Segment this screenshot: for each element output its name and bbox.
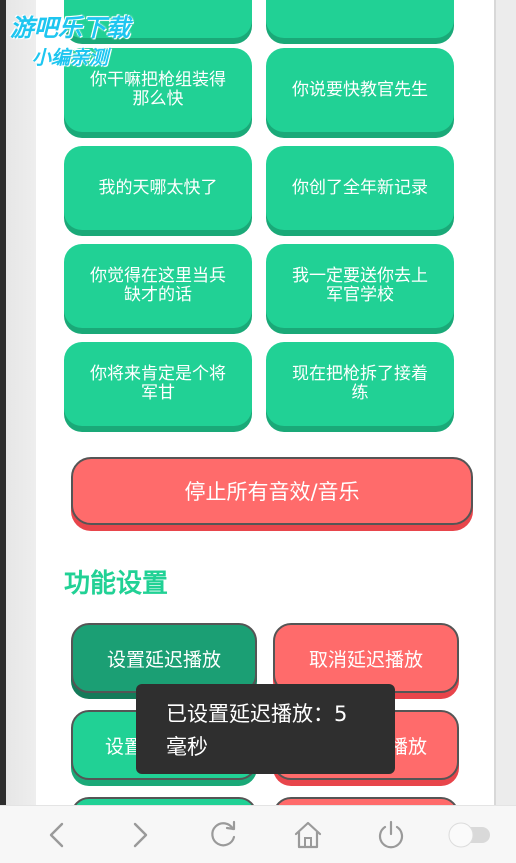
- home-icon[interactable]: [291, 818, 325, 852]
- sound-button-8[interactable]: 我一定要送你去上军官学校: [266, 244, 454, 328]
- sound-button-9[interactable]: 你将来肯定是个将军甘: [64, 342, 252, 426]
- settings-section-title: 功能设置: [64, 569, 169, 599]
- sound-button-10[interactable]: 现在把枪拆了接着练: [266, 342, 454, 426]
- watermark-logo: 游吧乐下载 小编亲测: [10, 14, 130, 69]
- settings-row3-right-button[interactable]: [273, 797, 459, 805]
- browser-nav-bar: [0, 805, 516, 863]
- sound-button-label: 你创了全年新记录: [292, 177, 428, 198]
- stop-all-sounds-label: 停止所有音效/音乐: [184, 480, 360, 504]
- toast-line-2: 毫秒: [166, 735, 208, 759]
- sound-button-label: 你觉得在这里当兵缺才的话: [90, 266, 226, 305]
- forward-icon[interactable]: [123, 818, 157, 852]
- cancel-delay-button[interactable]: 取消延迟播放: [273, 623, 459, 693]
- toast-line-1: 已设置延迟播放：5: [166, 702, 348, 726]
- toggle-icon[interactable]: [446, 818, 494, 852]
- sound-button-7[interactable]: 你觉得在这里当兵缺才的话: [64, 244, 252, 328]
- sound-button-label: 你将来肯定是个将军甘: [90, 364, 226, 403]
- power-icon[interactable]: [374, 818, 408, 852]
- left-edge-band: [0, 0, 36, 805]
- sound-button-4[interactable]: 你说要快教官先生: [266, 48, 454, 132]
- sound-button-label: 你干嘛把枪组装得那么快: [90, 70, 226, 109]
- back-icon[interactable]: [40, 818, 74, 852]
- sound-button-2[interactable]: [266, 0, 454, 38]
- sound-button-label: 我一定要送你去上军官学校: [292, 266, 428, 305]
- settings-row3-left-button[interactable]: [71, 797, 257, 805]
- sound-button-label: 现在把枪拆了接着练: [292, 364, 428, 403]
- set-delay-button[interactable]: 设置延迟播放: [71, 623, 257, 693]
- toast-message: 已设置延迟播放：5 毫秒: [136, 684, 395, 774]
- stop-all-sounds-button[interactable]: 停止所有音效/音乐: [71, 457, 473, 525]
- right-edge-band: [494, 0, 516, 805]
- refresh-icon[interactable]: [207, 818, 241, 852]
- sound-button-5[interactable]: 我的天哪太快了: [64, 146, 252, 230]
- sound-button-6[interactable]: 你创了全年新记录: [266, 146, 454, 230]
- sound-button-label: 你说要快教官先生: [292, 79, 428, 100]
- sound-button-label: 我的天哪太快了: [98, 177, 218, 198]
